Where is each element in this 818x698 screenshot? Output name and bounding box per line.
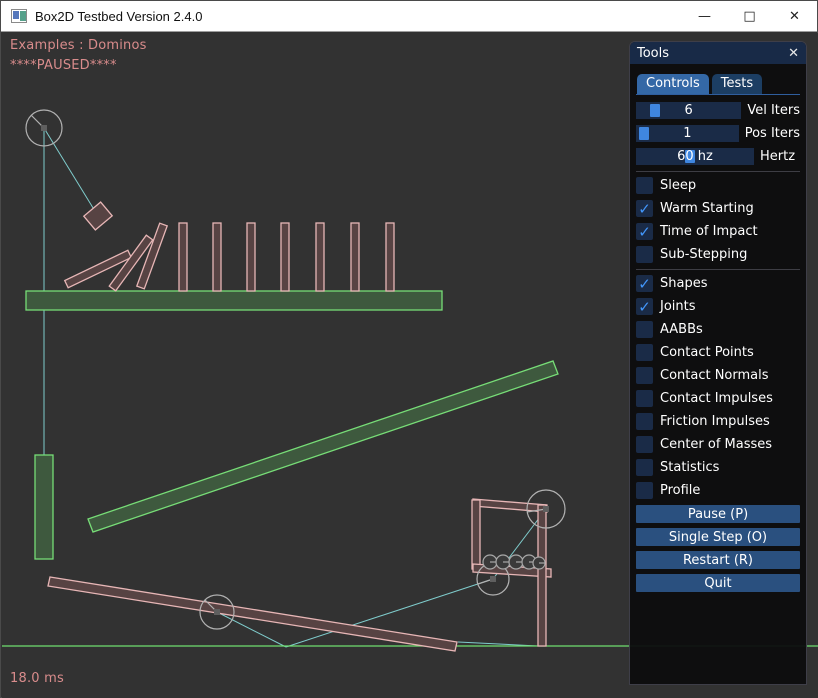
center-of-masses-checkbox-label: Center of Masses [660, 437, 772, 452]
friction-impulses-checkbox-label: Friction Impulses [660, 414, 770, 429]
frame-left-post [472, 500, 480, 569]
separator [636, 171, 800, 172]
contact-points-checkbox[interactable]: ✓ [636, 344, 653, 361]
single-step-button[interactable]: Single Step (O) [636, 528, 800, 546]
app-icon [11, 9, 27, 23]
pos-iters-slider-track[interactable]: 1 [636, 125, 739, 142]
vel-iters-slider-label: Vel Iters [747, 103, 800, 118]
window-title: Box2D Testbed Version 2.4.0 [35, 9, 202, 24]
aabbs-checkbox-label: AABBs [660, 322, 703, 337]
dynamic-bodies[interactable] [48, 202, 551, 651]
joints-checkbox[interactable]: ✓ [636, 298, 653, 315]
contact-impulses-checkbox-row[interactable]: ✓ Contact Impulses [636, 390, 800, 407]
paused-label: ****PAUSED**** [10, 58, 117, 73]
contact-normals-checkbox-row[interactable]: ✓ Contact Normals [636, 367, 800, 384]
vel-iters-slider[interactable]: 6 Vel Iters [636, 102, 800, 119]
upright-domino [281, 223, 289, 291]
shapes-checkbox[interactable]: ✓ [636, 275, 653, 292]
hertz-slider-value: 60 hz [636, 148, 754, 165]
friction-impulses-checkbox-row[interactable]: ✓ Friction Impulses [636, 413, 800, 430]
tools-panel-titlebar[interactable]: Tools ✕ [630, 42, 806, 64]
time-of-impact-checkbox[interactable]: ✓ [636, 223, 653, 240]
frame-time-label: 18.0 ms [10, 671, 64, 686]
hertz-slider[interactable]: 60 hz Hertz [636, 148, 800, 165]
panel-close-icon[interactable]: ✕ [788, 46, 799, 61]
quit-button[interactable]: Quit [636, 574, 800, 592]
tab-controls[interactable]: Controls [637, 74, 709, 94]
contact-impulses-checkbox[interactable]: ✓ [636, 390, 653, 407]
tab-tests[interactable]: Tests [712, 74, 762, 94]
app-window: Box2D Testbed Version 2.4.0 — □ ✕ [0, 0, 818, 698]
vertical-plank [35, 455, 53, 559]
statistics-checkbox-label: Statistics [660, 460, 719, 475]
joints-checkbox-row[interactable]: ✓ Joints [636, 298, 800, 315]
sub-stepping-checkbox[interactable]: ✓ [636, 246, 653, 263]
contact-normals-checkbox-label: Contact Normals [660, 368, 769, 383]
checkbox-group-sim: ✓ Sleep ✓ Warm Starting ✓ Time of Impact ✓ Sub-… [636, 177, 800, 263]
profile-checkbox[interactable]: ✓ [636, 482, 653, 499]
warm-starting-checkbox-row[interactable]: ✓ Warm Starting [636, 200, 800, 217]
close-button[interactable]: ✕ [772, 1, 817, 31]
hertz-slider-track[interactable]: 60 hz [636, 148, 754, 165]
example-label: Examples : Dominos [10, 38, 147, 53]
upright-domino [316, 223, 324, 291]
joints-checkbox-label: Joints [660, 299, 696, 314]
pendulum-box [84, 202, 112, 230]
upright-domino [179, 223, 187, 291]
pos-iters-slider[interactable]: 1 Pos Iters [636, 125, 800, 142]
tab-bar: ControlsTests [636, 74, 800, 95]
contact-impulses-checkbox-label: Contact Impulses [660, 391, 773, 406]
sleep-checkbox[interactable]: ✓ [636, 177, 653, 194]
contact-normals-checkbox[interactable]: ✓ [636, 367, 653, 384]
minimize-button[interactable]: — [682, 1, 727, 31]
upright-domino [351, 223, 359, 291]
time-of-impact-checkbox-label: Time of Impact [660, 224, 758, 239]
shapes-checkbox-row[interactable]: ✓ Shapes [636, 275, 800, 292]
warm-starting-checkbox[interactable]: ✓ [636, 200, 653, 217]
window-titlebar: Box2D Testbed Version 2.4.0 — □ ✕ [1, 1, 817, 32]
warm-starting-checkbox-label: Warm Starting [660, 201, 754, 216]
sleep-checkbox-row[interactable]: ✓ Sleep [636, 177, 800, 194]
upright-domino [247, 223, 255, 291]
domino-platform [26, 291, 442, 310]
aabbs-checkbox[interactable]: ✓ [636, 321, 653, 338]
checkbox-group-draw: ✓ Shapes ✓ Joints ✓ AABBs ✓ Contact Points ✓ Cont… [636, 275, 800, 499]
slider-group: 6 Vel Iters 1 Pos Iters 60 hz Hertz [636, 102, 800, 165]
sleep-checkbox-label: Sleep [660, 178, 696, 193]
action-buttons: Pause (P) Single Step (O) Restart (R) Quit [636, 505, 800, 592]
statistics-checkbox-row[interactable]: ✓ Statistics [636, 459, 800, 476]
shapes-checkbox-label: Shapes [660, 276, 707, 291]
upright-domino [386, 223, 394, 291]
maximize-button[interactable]: □ [727, 1, 772, 31]
friction-impulses-checkbox[interactable]: ✓ [636, 413, 653, 430]
contact-points-checkbox-label: Contact Points [660, 345, 754, 360]
sub-stepping-checkbox-row[interactable]: ✓ Sub-Stepping [636, 246, 800, 263]
tools-panel: Tools ✕ ControlsTests 6 Vel Iters 1 Pos Ite… [629, 41, 807, 685]
hertz-slider-label: Hertz [760, 149, 795, 164]
statistics-checkbox[interactable]: ✓ [636, 459, 653, 476]
center-of-masses-checkbox[interactable]: ✓ [636, 436, 653, 453]
separator [636, 269, 800, 270]
center-of-masses-checkbox-row[interactable]: ✓ Center of Masses [636, 436, 800, 453]
profile-checkbox-label: Profile [660, 483, 700, 498]
seesaw-plank [48, 577, 457, 651]
vel-iters-slider-track[interactable]: 6 [636, 102, 741, 119]
joint-lines [44, 128, 546, 647]
vel-iters-slider-value: 6 [636, 102, 741, 119]
pause-button[interactable]: Pause (P) [636, 505, 800, 523]
contact-points-checkbox-row[interactable]: ✓ Contact Points [636, 344, 800, 361]
upright-domino [213, 223, 221, 291]
shelf-balls [483, 555, 545, 569]
circle-bodies[interactable] [26, 110, 565, 629]
sub-stepping-checkbox-label: Sub-Stepping [660, 247, 747, 262]
profile-checkbox-row[interactable]: ✓ Profile [636, 482, 800, 499]
pos-iters-slider-value: 1 [636, 125, 739, 142]
pos-iters-slider-label: Pos Iters [745, 126, 800, 141]
tools-panel-title: Tools [637, 46, 669, 61]
aabbs-checkbox-row[interactable]: ✓ AABBs [636, 321, 800, 338]
time-of-impact-checkbox-row[interactable]: ✓ Time of Impact [636, 223, 800, 240]
restart-button[interactable]: Restart (R) [636, 551, 800, 569]
